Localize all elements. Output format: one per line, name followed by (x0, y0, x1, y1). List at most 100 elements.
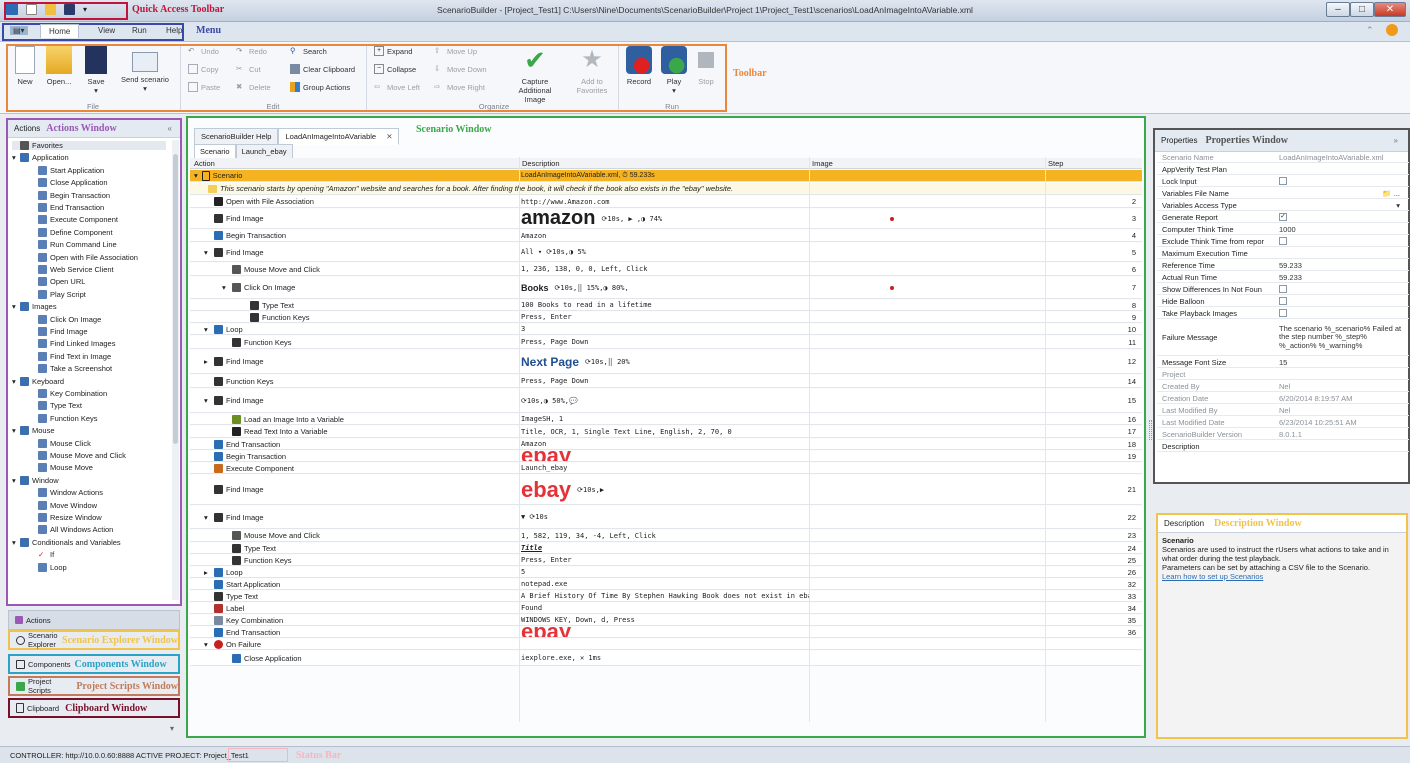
table-row[interactable]: Type Text Title 24 (190, 543, 1142, 554)
property-value[interactable] (1279, 164, 1404, 174)
table-row[interactable]: Find Image amazon ⟳10s, ▶ ,◑ 74% 3 (190, 209, 1142, 229)
table-row[interactable]: Type Text 100 Books to read in a lifetime… (190, 300, 1142, 311)
ribbon-collapse-icon[interactable]: ⌃ (1366, 25, 1374, 36)
menu-view[interactable]: View (98, 26, 115, 35)
project-scripts-tab[interactable]: Project Scripts Project Scripts Window (8, 676, 180, 696)
table-row[interactable]: ▸ Find Image Next Page ⟳10s,⣿ 20% 12 (190, 350, 1142, 374)
scenario-explorer-tab[interactable]: Scenario Explorer Scenario Explorer Windo… (8, 630, 180, 650)
send-scenario-button[interactable]: Send scenario ▾ (118, 46, 172, 93)
property-row-reference-time[interactable]: Reference Time 59.233 (1157, 260, 1409, 271)
property-row-actual-run-time[interactable]: Actual Run Time 59.233 (1157, 272, 1409, 283)
property-value[interactable] (1279, 284, 1404, 294)
action-item-begin-transaction[interactable]: Begin Transaction (30, 190, 110, 200)
panel-overflow-icon[interactable]: ▾ (8, 724, 180, 738)
table-row[interactable]: Key Combination WINDOWS KEY, Down, d, Pre… (190, 615, 1142, 626)
table-row[interactable]: Execute Component Launch_ebay (190, 463, 1142, 474)
expander-icon[interactable]: ▾ (204, 325, 214, 334)
sub-tab-scenario[interactable]: Scenario (194, 143, 236, 159)
expand-button[interactable]: + Expand (374, 46, 412, 56)
stop-button[interactable]: Stop (694, 46, 718, 86)
paste-button[interactable]: Paste (188, 82, 220, 92)
action-item-window-actions[interactable]: Window Actions (30, 488, 103, 498)
property-row-variables-file-name[interactable]: Variables File Name 📁 ... (1157, 188, 1409, 199)
action-item-start-application[interactable]: Start Application (30, 165, 104, 175)
column-description[interactable]: Description (522, 159, 560, 168)
property-row-created-by[interactable]: Created By Nel (1157, 381, 1409, 392)
property-value[interactable] (1279, 176, 1404, 186)
expander-icon[interactable]: ▸ (204, 568, 214, 577)
table-row[interactable]: Begin Transaction ebay 19 (190, 451, 1142, 462)
action-item-conditionals-and-variables[interactable]: ▾ Conditionals and Variables (12, 537, 121, 547)
collapse-button[interactable]: − Collapse (374, 64, 416, 74)
property-row-hide-balloon[interactable]: Hide Balloon (1157, 296, 1409, 307)
expander-icon[interactable]: ▾ (204, 640, 214, 649)
expander-icon[interactable]: ▾ (204, 396, 214, 405)
redo-button[interactable]: ↷ Redo (236, 46, 267, 56)
expander-icon[interactable]: ▾ (12, 377, 20, 386)
action-item-type-text[interactable]: Type Text (30, 401, 82, 411)
property-value[interactable] (1279, 248, 1404, 258)
table-row[interactable]: ▾ Find Image ⟳10s,◑ 50%,💬 15 (190, 389, 1142, 413)
property-value[interactable]: 59.233 (1279, 272, 1404, 282)
property-value[interactable] (1279, 236, 1404, 246)
table-row[interactable]: ▸ Loop 5 26 (190, 567, 1142, 578)
property-row-show-differences-in-not-foun[interactable]: Show Differences In Not Foun (1157, 284, 1409, 295)
table-row[interactable]: Load an Image Into a Variable ImageSH, 1 1… (190, 414, 1142, 425)
property-row-variables-access-type[interactable]: Variables Access Type ▾ (1157, 200, 1409, 211)
table-row[interactable]: End Transaction ebay 36 (190, 627, 1142, 638)
scrollbar-thumb[interactable] (173, 154, 178, 444)
property-row-maximum-execution-time[interactable]: Maximum Execution Time (1157, 248, 1409, 259)
property-value[interactable] (1279, 296, 1404, 306)
table-row[interactable]: ▾ On Failure (190, 639, 1142, 650)
action-item-mouse-move-and-click[interactable]: Mouse Move and Click (30, 451, 126, 460)
menu-run[interactable]: Run (132, 26, 147, 35)
property-row-appverify-test-plan[interactable]: AppVerify Test Plan (1157, 164, 1409, 175)
action-item-images[interactable]: ▾ Images (12, 302, 57, 312)
splitter-grip[interactable] (1149, 420, 1152, 440)
move-down-button[interactable]: ⇩ Move Down (434, 64, 487, 74)
property-row-take-playback-images[interactable]: Take Playback Images (1157, 308, 1409, 319)
property-row-project[interactable]: Project (1157, 369, 1409, 380)
collapse-icon[interactable]: ▾ (194, 171, 198, 180)
action-item-favorites[interactable]: Favorites (12, 141, 166, 150)
table-row[interactable]: ▾ Click On Image Books ⟳10s,⣿ 15%,◑ 80%, 7 (190, 277, 1142, 299)
table-row[interactable]: Mouse Move and Click 1, 582, 119, 34, -4,… (190, 530, 1142, 542)
expander-icon[interactable]: ▾ (222, 283, 232, 292)
action-item-open-with-file-association[interactable]: Open with File Association (30, 252, 138, 262)
actions-scrollbar[interactable] (172, 140, 179, 600)
collapse-panel-icon[interactable]: « (168, 124, 172, 133)
column-action[interactable]: Action (194, 159, 215, 168)
property-value[interactable]: The scenario %_scenario% Failed at the s… (1279, 320, 1404, 355)
action-item-key-combination[interactable]: Key Combination (30, 389, 107, 398)
checkbox[interactable] (1279, 297, 1287, 305)
table-row[interactable]: Close Application iexplore.exe, ✕ 1ms (190, 651, 1142, 666)
help-icon[interactable] (1386, 24, 1398, 36)
action-item-click-on-image[interactable]: Click On Image (30, 314, 101, 324)
table-row[interactable]: Label Found 34 (190, 603, 1142, 614)
expander-icon[interactable]: ▾ (204, 248, 214, 257)
actions-tab[interactable]: Actions (8, 610, 180, 630)
expand-panel-icon[interactable]: » (1394, 136, 1398, 145)
undo-button[interactable]: ↶ Undo (188, 46, 219, 56)
action-item-find-image[interactable]: Find Image (30, 327, 88, 336)
property-row-last-modified-by[interactable]: Last Modified By Nel (1157, 405, 1409, 416)
action-item-function-keys[interactable]: Function Keys (30, 413, 98, 423)
group-actions-button[interactable]: Group Actions (290, 82, 350, 92)
close-tab-icon[interactable]: ✕ (386, 132, 392, 141)
expander-icon[interactable]: ▾ (204, 513, 214, 522)
new-button[interactable]: New (12, 46, 38, 86)
action-item-resize-window[interactable]: Resize Window (30, 513, 102, 522)
doc-tab-scenario[interactable]: LoadAnImageIntoAVariable ✕ (278, 127, 400, 145)
doc-tab-help[interactable]: ScenarioBuilder Help (194, 127, 279, 145)
action-item-find-text-in-image[interactable]: Find Text in Image (30, 351, 111, 361)
expander-icon[interactable]: ▾ (12, 153, 20, 162)
capture-image-button[interactable]: ✔ Capture Additional Image (508, 46, 562, 104)
table-row[interactable]: Function Keys Press, Enter 9 (190, 312, 1142, 323)
table-row[interactable]: Type Text A Brief History Of Time By Step… (190, 591, 1142, 602)
copy-button[interactable]: Copy (188, 64, 219, 74)
action-item-find-linked-images[interactable]: Find Linked Images (30, 339, 115, 349)
property-row-computer-think-time[interactable]: Computer Think Time 1000 (1157, 224, 1409, 235)
property-row-message-font-size[interactable]: Message Font Size 15 (1157, 357, 1409, 368)
action-item-play-script[interactable]: Play Script (30, 289, 86, 299)
action-item-keyboard[interactable]: ▾ Keyboard (12, 376, 64, 386)
